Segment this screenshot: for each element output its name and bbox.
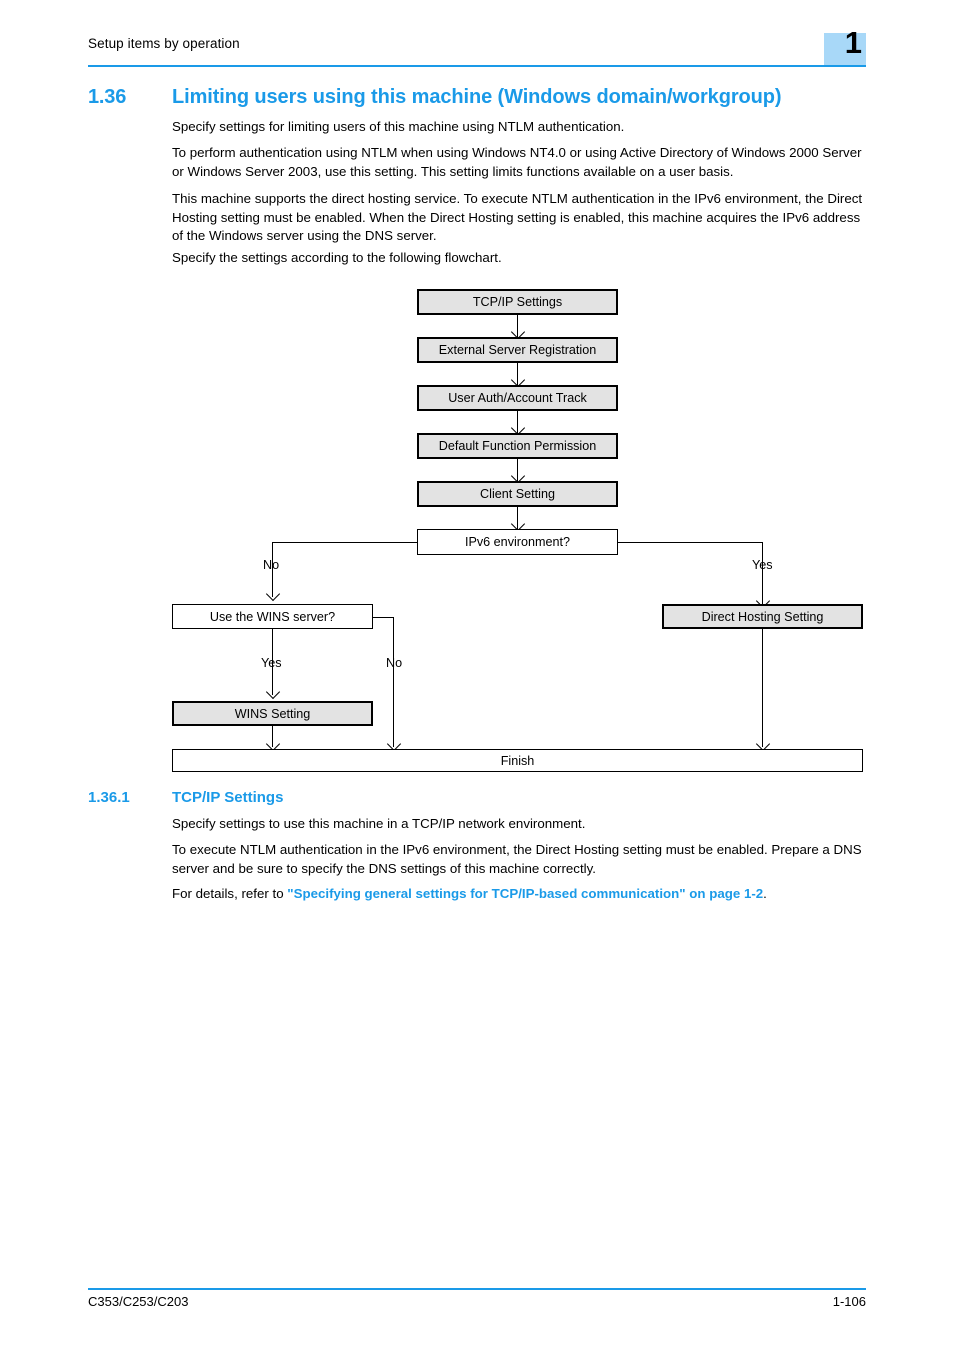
flow-node-user-auth-account-track[interactable]: User Auth/Account Track bbox=[417, 385, 618, 411]
footer-divider bbox=[88, 1288, 866, 1290]
flow-node-label: Finish bbox=[500, 753, 535, 768]
chapter-badge-number: 1 bbox=[844, 25, 862, 60]
flow-connector bbox=[762, 629, 763, 747]
document-page: Setup items by operation 1 1.36 Limiting… bbox=[0, 0, 954, 1350]
flow-branch-label-ipv6-no: No bbox=[263, 558, 280, 572]
page-header: Setup items by operation 1 bbox=[88, 27, 866, 66]
subsection-number: 1.36.1 bbox=[88, 789, 130, 806]
subsection-paragraph-3: For details, refer to "Specifying genera… bbox=[172, 885, 866, 904]
flow-node-wins-setting[interactable]: WINS Setting bbox=[172, 701, 373, 726]
flow-connector bbox=[618, 542, 763, 543]
paragraph-3: This machine supports the direct hosting… bbox=[172, 191, 863, 243]
flow-connector bbox=[272, 542, 417, 543]
flow-branch-label-wins-no: No bbox=[386, 656, 403, 670]
paragraph-4: Specify the settings according to the fo… bbox=[172, 250, 502, 265]
flow-node-label: WINS Setting bbox=[234, 706, 311, 721]
flow-branch-label-ipv6-yes: Yes bbox=[752, 558, 773, 572]
flow-node-tcpip[interactable]: TCP/IP Settings bbox=[417, 289, 618, 315]
flow-node-label: Direct Hosting Setting bbox=[701, 609, 824, 624]
flow-connector bbox=[517, 411, 518, 434]
page-title: Limiting users using this machine (Windo… bbox=[172, 86, 782, 108]
flow-node-external-server-registration[interactable]: External Server Registration bbox=[417, 337, 618, 363]
flow-arrowhead bbox=[265, 684, 281, 700]
flow-node-label: External Server Registration bbox=[438, 343, 597, 357]
chapter-badge: 1 bbox=[824, 27, 866, 66]
flow-node-label: Use the WINS server? bbox=[209, 609, 336, 624]
flow-connector bbox=[373, 617, 394, 618]
cross-reference-link[interactable]: "Specifying general settings for TCP/IP-… bbox=[287, 886, 763, 901]
flow-node-client-setting[interactable]: Client Setting bbox=[417, 481, 618, 507]
footer-model: C353/C253/C203 bbox=[88, 1294, 189, 1309]
flow-node-label: TCP/IP Settings bbox=[472, 295, 563, 309]
flow-connector bbox=[762, 542, 763, 604]
subsection-paragraph-2: To execute NTLM authentication in the IP… bbox=[172, 842, 862, 876]
paragraph-1: Specify settings for limiting users of t… bbox=[172, 119, 625, 134]
flow-node-label: Default Function Permission bbox=[438, 439, 597, 453]
footer-page-number: 1-106 bbox=[832, 1294, 866, 1309]
flow-connector bbox=[272, 726, 273, 747]
flow-connector bbox=[517, 315, 518, 338]
flow-arrowhead bbox=[265, 586, 281, 602]
header-divider bbox=[88, 65, 866, 67]
flow-node-ipv6-environment[interactable]: IPv6 environment? bbox=[417, 529, 618, 555]
section-number: 1.36 bbox=[88, 86, 127, 108]
flow-node-use-wins-server[interactable]: Use the WINS server? bbox=[172, 604, 373, 629]
flow-node-finish[interactable]: Finish bbox=[172, 749, 863, 772]
subsection-title: TCP/IP Settings bbox=[172, 789, 284, 806]
cross-reference-suffix: . bbox=[763, 886, 767, 901]
subsection-paragraph-1: Specify settings to use this machine in … bbox=[172, 816, 586, 831]
flow-node-default-function-permission[interactable]: Default Function Permission bbox=[417, 433, 618, 459]
flow-node-label: IPv6 environment? bbox=[464, 535, 570, 549]
flow-branch-label-wins-yes: Yes bbox=[261, 656, 282, 670]
flow-connector bbox=[517, 507, 518, 530]
flow-connector bbox=[393, 617, 394, 747]
cross-reference-prefix: For details, refer to bbox=[172, 886, 288, 901]
flow-connector bbox=[517, 363, 518, 386]
flow-node-label: User Auth/Account Track bbox=[448, 391, 587, 405]
flow-node-label: Client Setting bbox=[480, 487, 555, 501]
flow-connector bbox=[517, 459, 518, 482]
flow-node-direct-hosting-setting[interactable]: Direct Hosting Setting bbox=[662, 604, 863, 629]
paragraph-2: To perform authentication using NTLM whe… bbox=[172, 145, 862, 179]
header-title: Setup items by operation bbox=[88, 36, 240, 51]
